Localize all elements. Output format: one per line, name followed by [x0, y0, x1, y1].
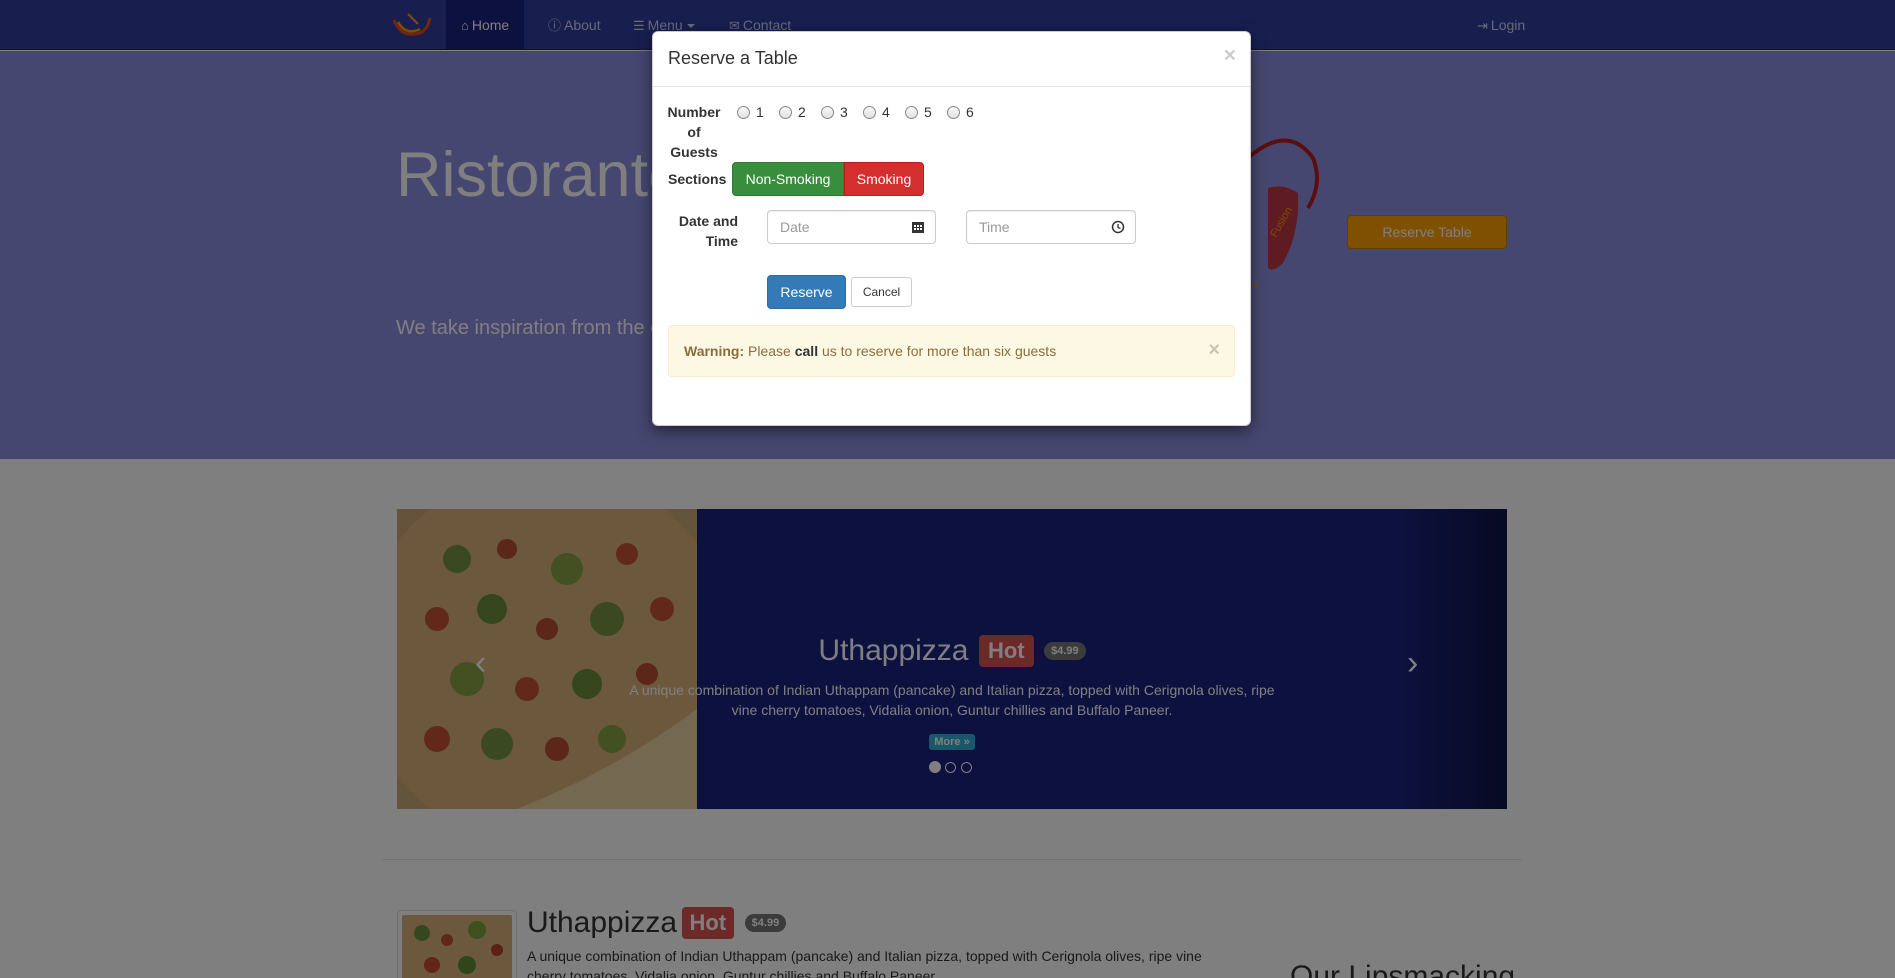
- reserve-modal: Reserve a Table × Number of Guests 1 2 3…: [652, 31, 1251, 426]
- date-input[interactable]: [780, 219, 900, 235]
- warning-alert: Warning: Please call us to reserve for m…: [668, 325, 1235, 377]
- radio-icon: [905, 106, 918, 119]
- date-field[interactable]: [767, 210, 936, 244]
- radio-icon: [779, 106, 792, 119]
- smoking-button[interactable]: Smoking: [844, 162, 924, 196]
- radio-icon: [821, 106, 834, 119]
- alert-close-icon[interactable]: ×: [1208, 339, 1220, 362]
- radio-icon: [737, 106, 750, 119]
- guest-option-5[interactable]: 5: [905, 102, 932, 122]
- non-smoking-button[interactable]: Non-Smoking: [732, 162, 844, 196]
- guest-option-4[interactable]: 4: [863, 102, 890, 122]
- warning-text: Warning: Please call us to reserve for m…: [684, 343, 1057, 359]
- guest-option-6[interactable]: 6: [947, 102, 974, 122]
- time-field[interactable]: [966, 210, 1136, 244]
- guest-option-1[interactable]: 1: [737, 102, 764, 122]
- clock-icon: [1111, 220, 1125, 234]
- modal-title: Reserve a Table: [668, 48, 798, 68]
- guests-label: Number of Guests: [667, 104, 721, 160]
- reserve-button[interactable]: Reserve: [767, 275, 846, 309]
- guest-option-3[interactable]: 3: [821, 102, 848, 122]
- guest-option-2[interactable]: 2: [779, 102, 806, 122]
- close-icon[interactable]: ×: [1224, 44, 1236, 68]
- datetime-label: Date and Time: [678, 213, 738, 249]
- time-input[interactable]: [979, 219, 1099, 235]
- cancel-button[interactable]: Cancel: [851, 277, 912, 307]
- calendar-icon: [912, 222, 924, 233]
- radio-icon: [947, 106, 960, 119]
- sections-label: Sections: [668, 171, 727, 187]
- modal-header: Reserve a Table ×: [653, 32, 1250, 87]
- radio-icon: [863, 106, 876, 119]
